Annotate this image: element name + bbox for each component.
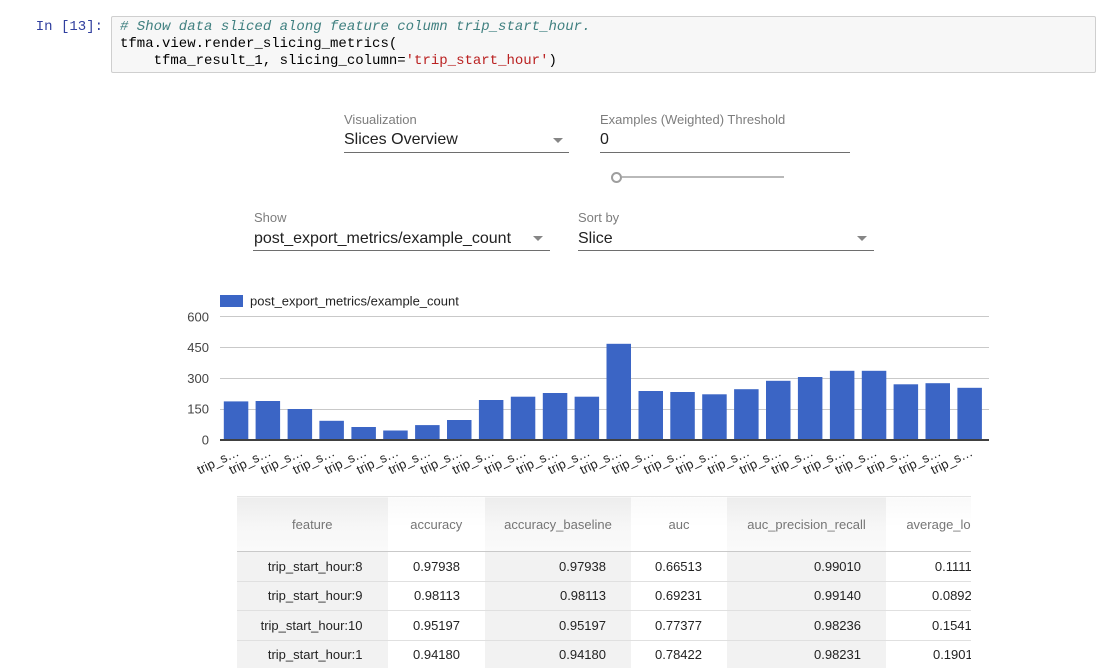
svg-text:0: 0: [202, 433, 209, 448]
svg-text:300: 300: [187, 371, 209, 386]
svg-text:600: 600: [187, 309, 209, 324]
svg-text:post_export_metrics/example_co: post_export_metrics/example_count: [250, 294, 459, 309]
svg-text:150: 150: [187, 402, 209, 417]
svg-text:450: 450: [187, 340, 209, 355]
